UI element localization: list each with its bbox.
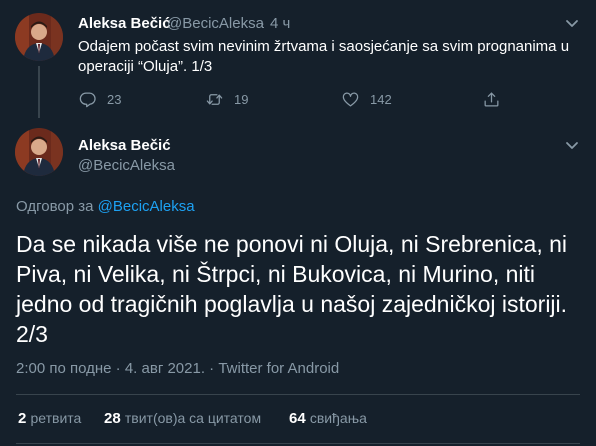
retweets-stat-label: ретвита <box>30 410 82 426</box>
share-button[interactable] <box>482 89 501 109</box>
main-more-chevron-down-icon[interactable] <box>562 135 582 155</box>
tweet-meta[interactable]: 2:00 по подне · 4. авг 2021. · Twitter f… <box>16 360 339 377</box>
reply-count: 23 <box>107 91 122 107</box>
retweets-stat-count: 2 <box>18 410 27 427</box>
parent-avatar[interactable] <box>15 13 63 61</box>
quotes-stat-label: твит(ов)а са цитатом <box>124 410 262 426</box>
retweet-icon <box>206 93 223 105</box>
parent-author-name[interactable]: Aleksa Bečić <box>78 15 171 32</box>
quotes-stat-count: 28 <box>104 410 121 427</box>
parent-timestamp[interactable]: 4 ч <box>270 15 290 32</box>
share-icon <box>484 92 499 106</box>
quotes-stat[interactable]: 28 твит(ов)а са цитатом <box>104 410 261 427</box>
parent-author-handle[interactable]: @BecicAleksa <box>167 15 264 32</box>
main-tweet-text: Da se nikada više ne ponovi ni Oluja, ni… <box>16 231 568 347</box>
likes-stat-count: 64 <box>289 410 306 427</box>
reply-button[interactable]: 23 <box>78 89 121 109</box>
replying-to-handle-link[interactable]: @BecicAleksa <box>98 198 195 215</box>
stats-bottom-divider <box>16 443 580 444</box>
retweet-count: 19 <box>234 91 249 107</box>
like-button[interactable]: 142 <box>341 89 392 109</box>
stats-top-divider <box>16 394 580 395</box>
main-avatar[interactable] <box>15 128 63 176</box>
heart-icon <box>342 92 359 106</box>
thread-connector-line <box>38 66 40 118</box>
replying-to: Одговор за @BecicAleksa <box>16 198 195 215</box>
replying-to-label: Одговор за <box>16 198 94 215</box>
likes-stat-label: свиђања <box>309 410 367 426</box>
retweet-button[interactable]: 19 <box>205 89 248 109</box>
main-author-handle[interactable]: @BecicAleksa <box>78 157 175 174</box>
parent-more-chevron-down-icon[interactable] <box>562 13 582 33</box>
reply-icon <box>79 92 96 107</box>
parent-tweet-text: Odajem počast svim nevinim žrtvama i sao… <box>78 38 570 75</box>
parent-separator: · <box>260 15 265 32</box>
likes-stat[interactable]: 64 свиђања <box>289 410 367 427</box>
main-author-name[interactable]: Aleksa Bečić <box>78 137 171 154</box>
like-count: 142 <box>370 91 392 107</box>
retweets-stat[interactable]: 2 ретвита <box>18 410 81 427</box>
